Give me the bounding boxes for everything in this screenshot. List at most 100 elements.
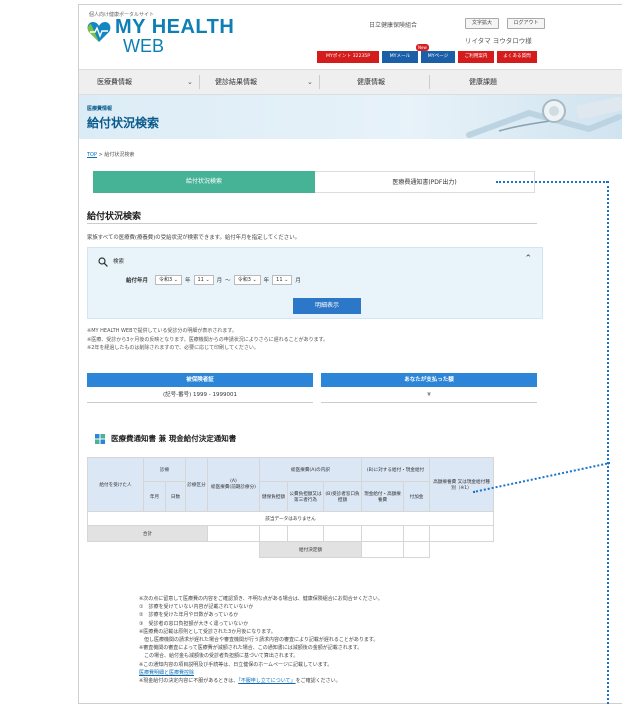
menu-divider	[319, 75, 320, 89]
annotation-dotted-line	[607, 181, 609, 704]
era-select-from[interactable]: 令和3 ⌄	[155, 275, 182, 285]
insured-card-value: (記号-番号) 1999 - 1999001	[87, 387, 313, 403]
notes-list: ※MY HEALTH WEBで提供している受診分の明細が表示されます。 ※医療、…	[87, 327, 328, 353]
show-details-button[interactable]: 明細表示	[293, 298, 361, 314]
paid-amount-value: ¥	[321, 387, 537, 403]
search-label: 検索	[113, 259, 125, 265]
my-point-button[interactable]: MYポイント 32235P	[317, 51, 379, 63]
section-description: 家族すべての医療費(療養費)の受給状況が検索できます。給付年月を指定してください…	[87, 235, 300, 241]
footer-line: ※次の点に留意して医療費の内容をご確認頂き、不明な点がある場合は、健康保険組合に…	[139, 596, 383, 602]
total-cell	[429, 525, 494, 542]
chevron-down-icon: ⌄	[187, 78, 193, 86]
decision-cell	[361, 541, 404, 558]
menu-label: 健診結果情報	[215, 78, 257, 86]
menu-checkup-results[interactable]: 健診結果情報 ⌄	[215, 70, 315, 94]
col-cash: 現金給付・高額療養費	[361, 481, 404, 512]
month-select-from[interactable]: 11 ⌄	[193, 275, 214, 285]
total-cell	[207, 525, 260, 542]
my-mail-button[interactable]: MYメール	[382, 51, 418, 63]
decision-label: 給付決定額	[259, 541, 362, 558]
col-visit: 診療	[143, 457, 186, 482]
total-cell	[403, 525, 430, 542]
breadcrumb: TOP > 給付状況検索	[87, 151, 134, 158]
footer-line: ※この通知内容の項目説明及び手続等は、日立健保のホームページに記載しています。	[139, 661, 333, 668]
tab-benefit-search[interactable]: 給付状況検索	[93, 171, 315, 193]
total-cell	[287, 525, 324, 542]
chevron-down-icon: ⌄	[307, 78, 313, 86]
browser-page: 個人向け健康ポータルサイト MY HEALTH WEB 日立健康保険組合 文字拡…	[78, 4, 622, 704]
main-menu: 医療費情報 ⌄ 健診結果情報 ⌄ 健康情報 健康課題	[79, 69, 622, 95]
search-icon	[98, 257, 108, 267]
menu-divider	[429, 75, 430, 89]
era-select-to[interactable]: 令和3 ⌄	[233, 275, 261, 285]
footer-line: ※医療費の記載は原則として受診された3か月後になります。	[139, 628, 276, 635]
page-banner: 医療費情報 給付状況検索	[79, 95, 622, 139]
banner-category: 医療費情報	[87, 106, 113, 112]
col-breakdown: 総医療費(A)の内訳	[259, 457, 362, 482]
heart-logo-icon	[87, 22, 111, 42]
publisher-name: 日立健康保険組合	[369, 22, 418, 29]
new-badge: New	[416, 44, 429, 51]
breadcrumb-top-link[interactable]: TOP	[87, 152, 97, 158]
section-divider	[87, 223, 537, 224]
col-public: 公費負担額又は第三者行為	[287, 481, 324, 512]
note-item: ※2年を経過したものは削除されますので、必要に応じて印刷してください。	[87, 345, 259, 351]
col-kubun: 診療区分	[185, 457, 208, 512]
insured-card-header: 被保険者証	[87, 373, 313, 387]
site-logo[interactable]: MY HEALTH WEB	[87, 17, 234, 55]
col-person: 給付を受けた人	[87, 457, 144, 512]
notice-section-title: 医療費通知書 兼 現金給付決定通知書	[111, 434, 237, 443]
month-select-to[interactable]: 11 ⌄	[272, 275, 293, 285]
appeal-link[interactable]: 「不服申し立てについて」	[238, 678, 295, 684]
guide-button[interactable]: ご利用案内	[458, 51, 494, 63]
year-unit: 年	[263, 278, 270, 284]
logo-text-sub: WEB	[123, 36, 165, 56]
date-range-row: 給付年月 令和3 ⌄ 年 11 ⌄ 月 ～ 令和3 ⌄ 年 11 ⌄ 月	[126, 275, 301, 285]
spacer-cell	[87, 541, 260, 558]
menu-health-issues[interactable]: 健康課題	[469, 70, 529, 94]
table-row: 該当データはありません	[87, 511, 494, 526]
footer-notes: ※次の点に留意して医療費の内容をご確認頂き、不明な点がある場合は、健康保険組合に…	[139, 595, 383, 685]
total-cell	[323, 525, 362, 542]
my-page-button[interactable]: MYページ	[421, 51, 455, 63]
breadcrumb-current: 給付状況検索	[104, 152, 135, 158]
total-row: 合計	[87, 525, 494, 542]
benefit-table: 給付を受けた人 診療 診療区分 (A) 総医療費(前期診療分) 総医療費(A)の内…	[87, 457, 494, 558]
deduction-link[interactable]: 医療費明細と医療費控除	[139, 669, 383, 677]
decision-cell	[403, 541, 430, 558]
menu-health-info[interactable]: 健康情報	[357, 70, 417, 94]
paid-amount-header: あなたが支払った額	[321, 373, 537, 387]
note-item: ※MY HEALTH WEBで提供している受診分の明細が表示されます。	[87, 328, 237, 334]
col-total-a: (A) 総医療費(前期診療分)	[207, 457, 260, 512]
search-panel: 検索 ⌃ 給付年月 令和3 ⌄ 年 11 ⌄ 月 ～ 令和3 ⌄ 年 11 ⌄ …	[87, 247, 543, 319]
logout-button[interactable]: ログアウト	[507, 18, 545, 29]
col-days: 日数	[165, 481, 186, 512]
site-header: 個人向け健康ポータルサイト MY HEALTH WEB 日立健康保険組合 文字拡…	[79, 5, 622, 69]
spacer-cell	[429, 541, 494, 558]
page-title: 給付状況検索	[87, 116, 160, 130]
total-cell	[361, 525, 404, 542]
footer-line: この場合、給付金も減額後の受診者負担額に基づいて算出されます。	[139, 653, 299, 660]
zoom-text-button[interactable]: 文字拡大	[465, 18, 499, 29]
section-grid-icon	[95, 434, 105, 444]
logo-text-main: MY HEALTH	[115, 16, 235, 38]
footer-line: 但し医療機関の請求が遅れた場合や審査機関が行う請求内容の審査により記載が遅れるこ…	[139, 637, 379, 644]
menu-label: 健康課題	[469, 78, 497, 86]
collapse-chevron-up-icon[interactable]: ⌃	[524, 254, 532, 264]
benefit-month-label: 給付年月	[126, 278, 149, 284]
year-unit: 年	[184, 278, 191, 284]
stethoscope-illustration-icon	[466, 96, 622, 138]
col-year-month: 年月	[143, 481, 166, 512]
col-insurer: 健保負担額	[259, 481, 288, 512]
decision-row: 給付決定額	[87, 541, 494, 558]
user-name: リイタマ ヨウタロウ様	[465, 37, 532, 45]
menu-medical-costs[interactable]: 医療費情報 ⌄	[97, 70, 197, 94]
no-data-message: 該当データはありません	[87, 511, 494, 526]
month-unit: 月	[216, 278, 223, 284]
menu-divider	[199, 75, 200, 89]
footer-line: ② 診療を受けた年月や日数があっているか	[139, 612, 239, 619]
total-label: 合計	[87, 525, 208, 542]
annotation-dotted-line	[496, 181, 608, 183]
total-cell	[259, 525, 288, 542]
faq-button[interactable]: よくある質問	[497, 51, 537, 63]
